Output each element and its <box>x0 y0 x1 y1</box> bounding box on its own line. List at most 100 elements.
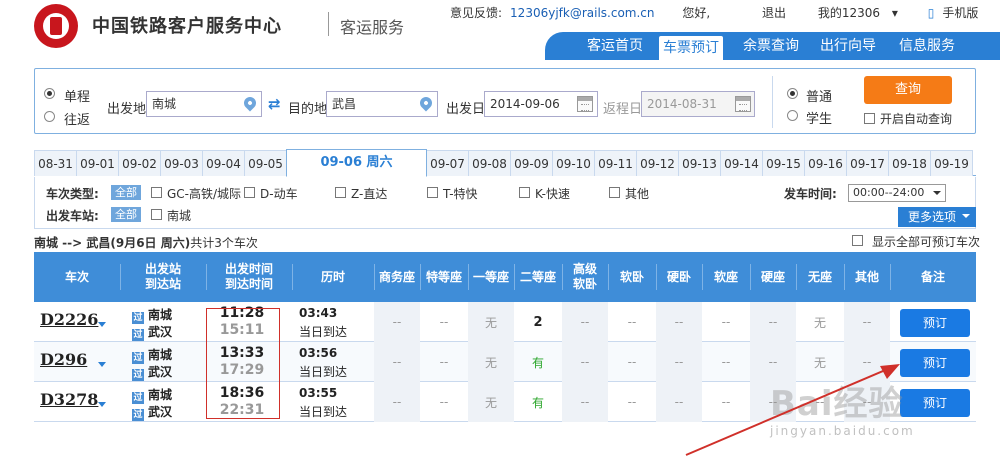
seat-availability: -- <box>721 355 731 369</box>
mobile-link[interactable]: ▯ 手机版 <box>928 6 987 20</box>
date-tab[interactable]: 09-10 <box>552 150 595 176</box>
seat-availability: -- <box>562 382 608 422</box>
train-type-all-button[interactable]: 全部 <box>111 185 141 200</box>
col-header[interactable]: 历时 <box>292 252 374 302</box>
seat-availability: -- <box>374 302 420 342</box>
header-divider <box>514 264 515 290</box>
nav-home[interactable]: 客运首页 <box>587 32 643 60</box>
more-options-button[interactable]: 更多选项 <box>898 207 976 227</box>
top-utility-bar: 意见反馈: 12306yjfk@rails.com.cn 您好, 退出 我的123… <box>450 4 994 21</box>
chevron-down-icon[interactable] <box>98 322 106 332</box>
date-tab[interactable]: 09-18 <box>888 150 931 176</box>
seat-availability: 有 <box>531 355 544 370</box>
seat-availability: -- <box>721 395 731 409</box>
station-nancheng-checkbox[interactable] <box>151 209 162 220</box>
chevron-down-icon: ▾ <box>891 6 898 20</box>
train-number-link[interactable]: D3278 <box>40 390 98 409</box>
train-number-link[interactable]: D2226 <box>40 310 98 329</box>
date-tab[interactable]: 09-15 <box>762 150 805 176</box>
student-passenger-radio[interactable] <box>787 110 798 121</box>
date-tab[interactable]: 09-16 <box>804 150 847 176</box>
date-tab[interactable]: 09-17 <box>846 150 889 176</box>
search-button[interactable]: 查询 <box>864 76 952 104</box>
col-header: 二等座 <box>519 269 556 284</box>
date-tab[interactable]: 09-01 <box>76 150 119 176</box>
date-tab[interactable]: 09-02 <box>118 150 161 176</box>
greeting-text: 您好, <box>682 6 711 20</box>
type-k-checkbox[interactable] <box>519 187 530 198</box>
seat-availability: -- <box>627 355 637 369</box>
seat-availability: -- <box>439 395 449 409</box>
from-station-label: 南城 <box>148 388 173 402</box>
normal-passenger-label: 普通 <box>806 90 833 105</box>
railway-logo[interactable] <box>34 4 78 48</box>
type-other-checkbox[interactable] <box>609 187 620 198</box>
date-tab[interactable]: 09-14 <box>720 150 763 176</box>
date-tab[interactable]: 08-31 <box>34 150 77 176</box>
nav-info-service[interactable]: 信息服务 <box>899 32 955 60</box>
logout-link[interactable]: 退出 <box>762 6 786 20</box>
type-t-checkbox[interactable] <box>427 187 438 198</box>
normal-passenger-radio[interactable] <box>787 88 798 99</box>
type-k-label: K-快速 <box>535 187 570 201</box>
train-number-link[interactable]: D296 <box>40 350 87 369</box>
header-divider <box>796 264 797 290</box>
header-divider <box>468 264 469 290</box>
auto-query-label: 开启自动查询 <box>880 112 953 126</box>
type-z-checkbox[interactable] <box>335 187 346 198</box>
date-tab[interactable]: 09-12 <box>636 150 679 176</box>
return-radio[interactable] <box>44 111 55 122</box>
auto-query-checkbox[interactable] <box>864 113 875 124</box>
chevron-down-icon[interactable] <box>98 362 106 372</box>
my12306-label: 我的12306 <box>817 6 881 20</box>
to-station: 过武汉 <box>132 363 172 381</box>
nav-travel-guide[interactable]: 出行向导 <box>820 32 876 60</box>
type-gc-checkbox[interactable] <box>151 187 162 198</box>
depart-station-label: 出发车站: <box>46 209 99 223</box>
date-tab[interactable]: 09-13 <box>678 150 721 176</box>
date-tab[interactable]: 09-11 <box>594 150 637 176</box>
seat-availability: 无 <box>468 342 514 382</box>
type-d-checkbox[interactable] <box>244 187 255 198</box>
show-all-checkbox[interactable] <box>852 235 863 246</box>
header-divider <box>608 264 609 290</box>
calendar-icon[interactable] <box>577 96 593 112</box>
calendar-icon[interactable] <box>735 96 751 112</box>
arrival-day: 当日到达 <box>299 365 348 379</box>
date-tab[interactable]: 09-07 <box>426 150 469 176</box>
chevron-down-icon[interactable] <box>98 402 106 412</box>
seat-availability: -- <box>844 302 890 342</box>
pass-station-icon: 过 <box>132 409 144 421</box>
date-tab[interactable]: 09-04 <box>202 150 245 176</box>
my12306-menu[interactable]: 我的12306 ▾ <box>818 6 906 20</box>
depart-time-select[interactable]: 00:00--24:00 <box>848 184 946 202</box>
seat-availability: 无 <box>813 315 826 330</box>
return-label: 往返 <box>64 113 91 128</box>
site-subtitle: 客运服务 <box>340 18 405 37</box>
header-divider <box>890 264 891 290</box>
date-tab[interactable]: 09-05 <box>244 150 287 176</box>
oneway-radio[interactable] <box>44 88 55 99</box>
date-tabs: 08-31 09-01 09-02 09-03 09-04 09-05 09-06 周六 09… <box>34 149 976 177</box>
col-header: 软卧 <box>619 269 644 284</box>
feedback-email-link[interactable]: 12306yjfk@rails.com.cn <box>510 6 654 20</box>
header-divider <box>702 264 703 290</box>
date-tab[interactable]: 09-08 <box>468 150 511 176</box>
book-button[interactable]: 预订 <box>900 349 970 377</box>
time-highlight-box <box>206 308 280 419</box>
seat-availability: 无 <box>468 302 514 342</box>
date-tab[interactable]: 09-09 <box>510 150 553 176</box>
col-header[interactable]: 出发时间 到达时间 <box>206 252 292 302</box>
header-divider <box>420 264 421 290</box>
book-button[interactable]: 预订 <box>900 389 970 417</box>
station-all-button[interactable]: 全部 <box>111 207 141 222</box>
date-tab[interactable]: 09-19 <box>930 150 973 176</box>
swap-stations-icon[interactable]: ⇄ <box>268 96 284 112</box>
nav-ticket-booking[interactable]: 车票预订 <box>659 36 723 60</box>
nav-remaining-tickets[interactable]: 余票查询 <box>743 32 799 60</box>
baidu-watermark: Bai经验 <box>770 384 904 424</box>
date-tab[interactable]: 09-03 <box>160 150 203 176</box>
seat-availability: 无 <box>468 382 514 422</box>
book-button[interactable]: 预订 <box>900 309 970 337</box>
date-tab-selected[interactable]: 09-06 周六 <box>286 149 427 177</box>
